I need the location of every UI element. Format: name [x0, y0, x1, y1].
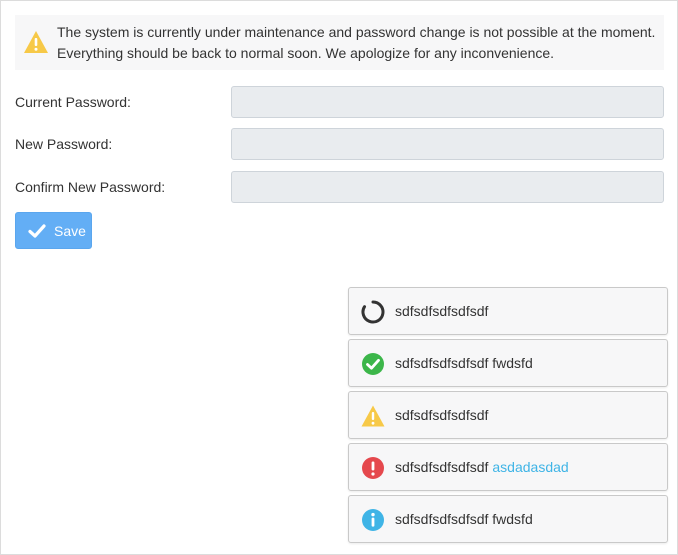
confirm-password-label: Confirm New Password: — [15, 179, 166, 195]
toast-text: sdfsdfsdfsdfsdf fwdsfd — [395, 511, 533, 527]
new-password-label: New Password: — [15, 136, 113, 152]
warning-icon — [24, 31, 48, 53]
current-password-input[interactable] — [231, 86, 664, 118]
maintenance-banner: The system is currently under maintenanc… — [15, 15, 664, 70]
toast-warning: sdfsdfsdfsdfsdf — [348, 391, 668, 439]
save-button-label: Save — [54, 222, 86, 239]
toast-text: sdfsdfsdfsdfsdf fwdsfd — [395, 355, 533, 371]
new-password-row: New Password: — [15, 128, 664, 162]
current-password-label: Current Password: — [15, 94, 131, 110]
new-password-input[interactable] — [231, 128, 664, 160]
check-icon — [28, 223, 46, 238]
current-password-row: Current Password: — [15, 86, 664, 120]
toast-success: sdfsdfsdfsdfsdf fwdsfd — [348, 339, 668, 387]
banner-line-2: Everything should be back to normal soon… — [57, 44, 555, 61]
banner-line-1: The system is currently under maintenanc… — [57, 23, 656, 40]
warning-icon — [361, 405, 385, 427]
toast-text: sdfsdfsdfsdfsdf — [395, 459, 489, 475]
spinner-icon — [361, 300, 385, 324]
toast-text: sdfsdfsdfsdfsdf — [395, 407, 489, 423]
error-icon — [362, 457, 384, 479]
toast-loading: sdfsdfsdfsdfsdf — [348, 287, 668, 335]
save-button[interactable]: Save — [15, 212, 92, 249]
toast-text: sdfsdfsdfsdfsdf — [395, 303, 489, 319]
info-icon — [362, 509, 384, 531]
banner-message: The system is currently under maintenanc… — [57, 22, 655, 64]
toast-error: sdfsdfsdfsdfsdf asdadasdad — [348, 443, 668, 491]
confirm-password-row: Confirm New Password: — [15, 171, 664, 205]
toast-info: sdfsdfsdfsdfsdf fwdsfd — [348, 495, 668, 543]
confirm-password-input[interactable] — [231, 171, 664, 203]
success-check-icon — [362, 353, 384, 375]
toast-link[interactable]: asdadasdad — [492, 459, 568, 475]
